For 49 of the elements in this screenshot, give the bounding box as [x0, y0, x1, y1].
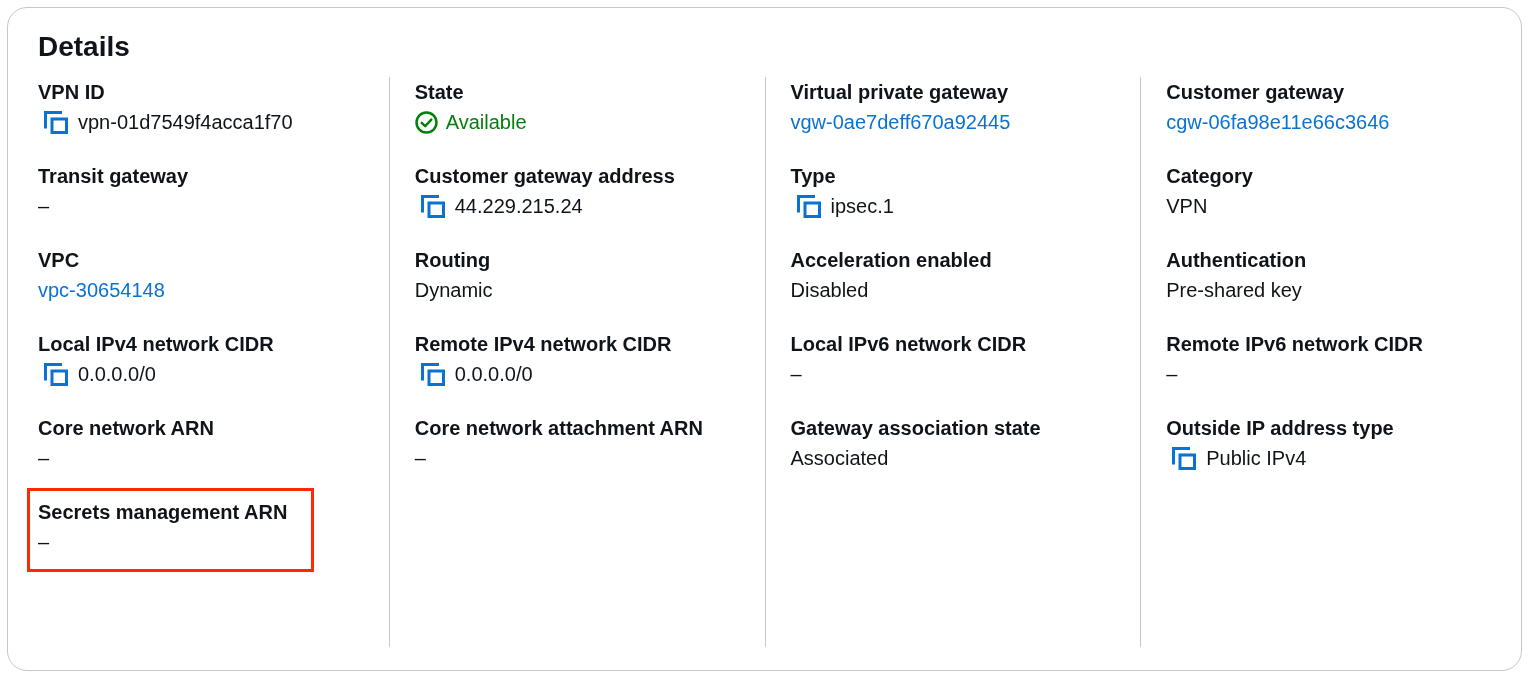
field-label: Core network attachment ARN: [414, 416, 703, 441]
copy-icon[interactable]: [420, 194, 445, 218]
field-value: ipsec.1: [830, 194, 894, 219]
field-label: Local IPv4 network CIDR: [38, 332, 274, 357]
field-label: Category: [1166, 164, 1253, 189]
field-label: Transit gateway: [38, 164, 189, 189]
field-value: Disabled: [790, 278, 869, 303]
field-value: 0.0.0.0/0: [78, 362, 156, 387]
field-value: 0.0.0.0/0: [454, 362, 533, 387]
field-label: Type: [790, 164, 836, 189]
field-label: Remote IPv6 network CIDR: [1166, 332, 1423, 357]
field-label: State: [414, 80, 464, 105]
field-value: –: [38, 194, 50, 219]
field-value: –: [1166, 362, 1178, 387]
field-label: VPN ID: [38, 80, 105, 105]
field-label: Customer gateway: [1166, 80, 1345, 105]
resource-link[interactable]: cgw-06fa98e11e66c3646: [1166, 107, 1390, 137]
resource-link[interactable]: vpc-30654148: [38, 275, 165, 305]
copy-icon[interactable]: [796, 194, 821, 218]
field-label: Outside IP address type: [1166, 416, 1394, 441]
field-value: 44.229.215.24: [454, 194, 583, 219]
field-label: Secrets management ARN: [38, 500, 288, 525]
field-value: –: [414, 446, 426, 471]
field-value: Associated: [790, 446, 889, 471]
copy-icon[interactable]: [1172, 446, 1197, 470]
field-value: Pre-shared key: [1166, 278, 1302, 303]
copy-icon[interactable]: [420, 362, 445, 386]
field-value: VPN: [1166, 194, 1208, 219]
copy-icon[interactable]: [44, 110, 68, 134]
field-value: Dynamic: [414, 278, 493, 303]
field-label: Remote IPv4 network CIDR: [414, 332, 672, 357]
field-value: –: [38, 446, 50, 471]
field-label: Core network ARN: [38, 416, 214, 441]
field-label: Authentication: [1166, 248, 1307, 273]
field-label: Customer gateway address: [414, 164, 675, 189]
field-label: Acceleration enabled: [790, 248, 992, 273]
panel-title: Details: [38, 30, 130, 64]
field-label: Virtual private gateway: [790, 80, 1008, 105]
field-value: –: [790, 362, 802, 387]
field-label: Gateway association state: [790, 416, 1041, 441]
field-value: vpn-01d7549f4acca1f70: [78, 110, 293, 135]
field-value: Public IPv4: [1206, 446, 1307, 471]
field-label: Routing: [414, 248, 491, 273]
status-text: Available: [445, 110, 527, 135]
field-value: –: [38, 530, 50, 555]
resource-link[interactable]: vgw-0ae7deff670a92445: [790, 107, 1011, 137]
copy-icon[interactable]: [44, 362, 68, 386]
field-label: Local IPv6 network CIDR: [790, 332, 1027, 357]
field-label: VPC: [38, 248, 80, 273]
